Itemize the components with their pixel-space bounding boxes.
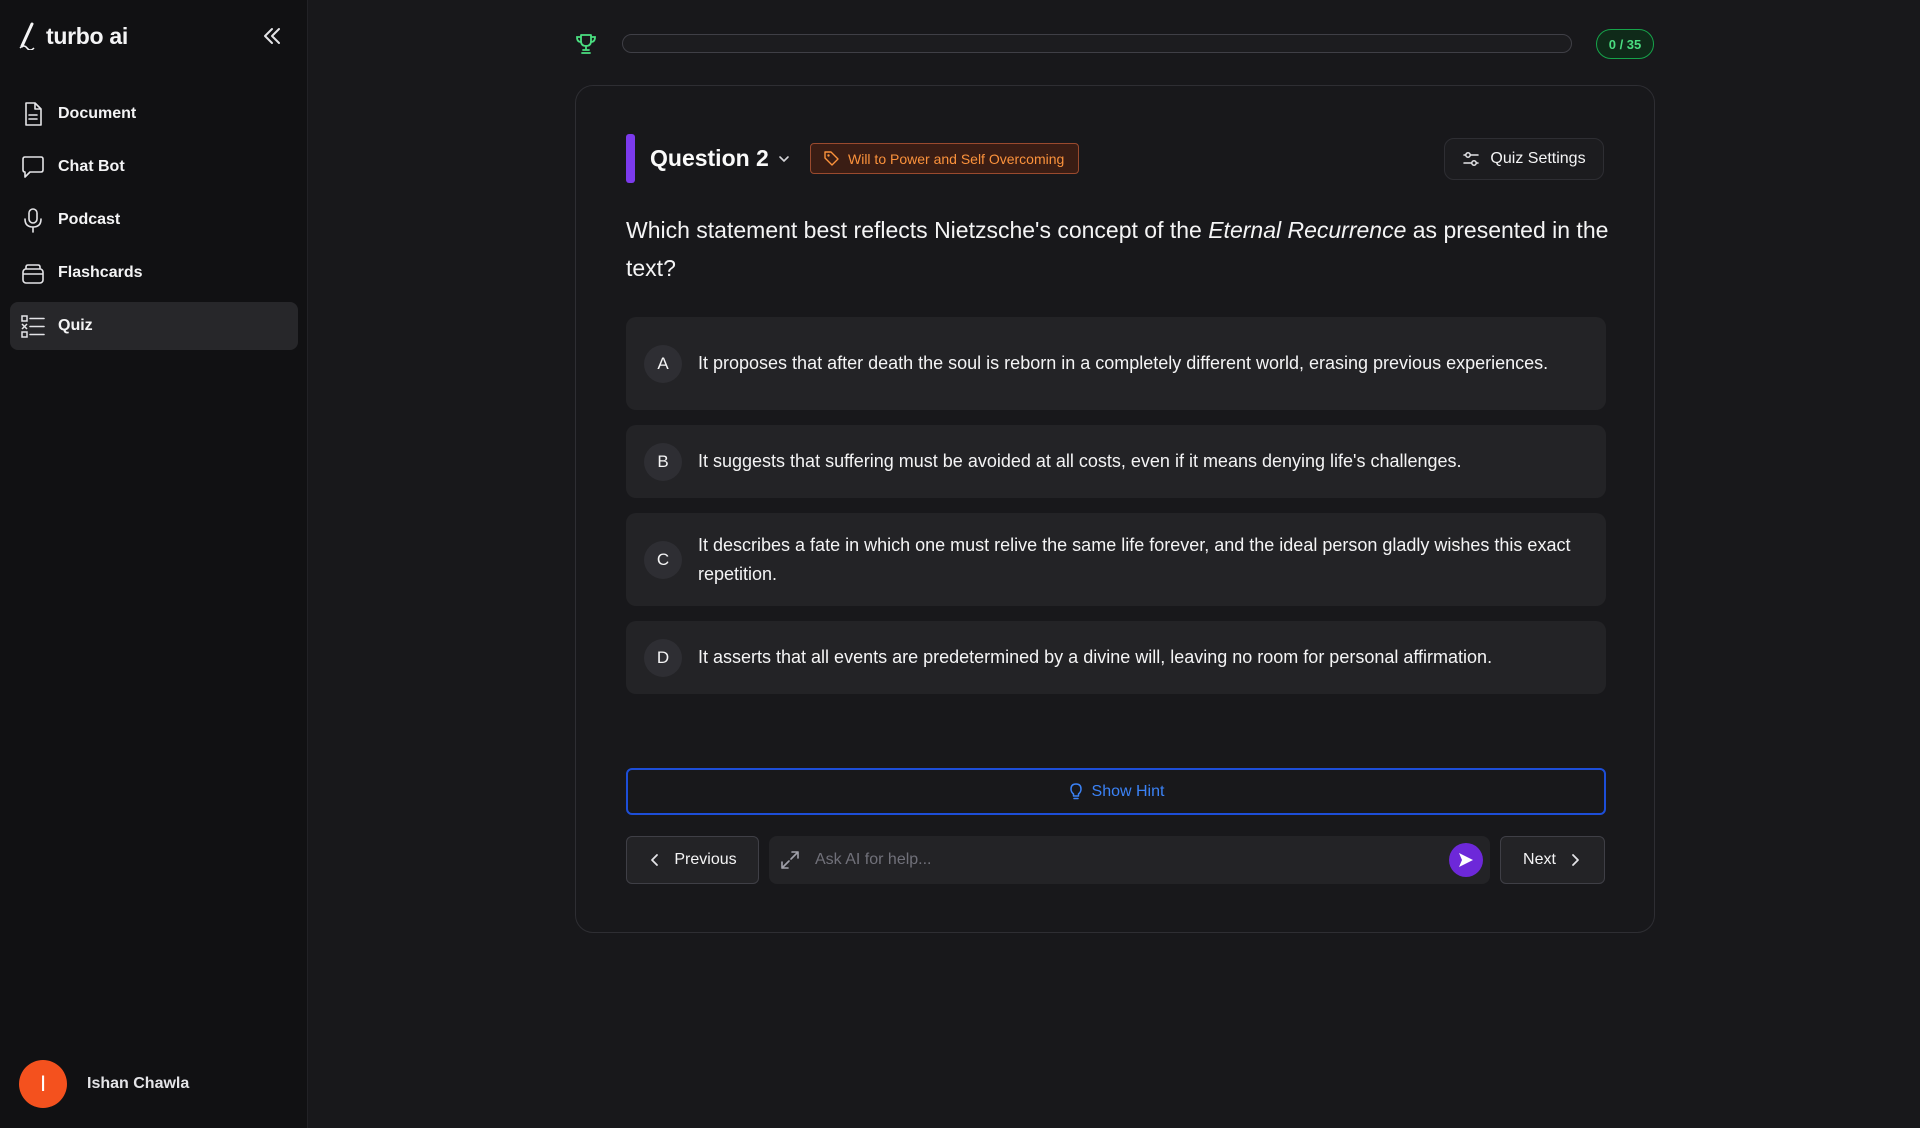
next-button[interactable]: Next — [1500, 836, 1605, 884]
sidebar-item-document[interactable]: Document — [10, 90, 298, 138]
progress-count-badge: 0 / 35 — [1596, 29, 1654, 59]
trophy-icon — [576, 34, 596, 54]
user-name: Ishan Chawla — [87, 1075, 190, 1092]
quiz-settings-button[interactable]: Quiz Settings — [1444, 138, 1604, 180]
sidebar-item-podcast[interactable]: Podcast — [10, 196, 298, 244]
ask-ai-bar — [769, 836, 1490, 884]
question-text-emphasis: Eternal Recurrence — [1208, 217, 1407, 243]
answer-option-b[interactable]: B It suggests that suffering must be avo… — [626, 425, 1606, 498]
question-title: Question 2 — [650, 145, 769, 171]
option-text: It asserts that all events are predeterm… — [698, 647, 1493, 667]
question-accent-bar — [626, 134, 635, 183]
answer-option-c[interactable]: C It describes a fate in which one must … — [626, 513, 1606, 606]
question-text: Which statement best reflects Nietzsche'… — [626, 211, 1616, 287]
quiz-progress-bar — [622, 34, 1572, 53]
lightbulb-icon — [1069, 782, 1082, 799]
send-button[interactable] — [1449, 843, 1483, 877]
option-letter: D — [644, 638, 682, 677]
option-text: It proposes that after death the soul is… — [698, 353, 1549, 373]
option-letter: C — [644, 540, 682, 579]
sliders-icon — [1463, 152, 1480, 166]
avatar: I — [19, 1060, 67, 1108]
tag-icon — [824, 151, 839, 166]
topic-tag-label: Will to Power and Self Overcoming — [848, 150, 1065, 167]
microphone-icon — [24, 208, 42, 233]
sidebar: turbo ai Document Chat Bot Podcast Flash… — [0, 0, 308, 1128]
chevron-left-icon — [651, 854, 659, 866]
topic-tag: Will to Power and Self Overcoming — [810, 143, 1080, 174]
chevron-down-icon — [779, 155, 789, 162]
double-chevron-left-icon — [264, 28, 280, 44]
sidebar-item-label: Chat Bot — [58, 158, 125, 175]
sidebar-nav: Document Chat Bot Podcast Flashcards Qui… — [10, 90, 298, 355]
sidebar-item-label: Flashcards — [58, 264, 143, 281]
option-letter: B — [644, 442, 682, 481]
option-text: It describes a fate in which one must re… — [698, 534, 1571, 584]
sidebar-item-label: Document — [58, 105, 137, 122]
quiz-list-icon — [21, 315, 45, 338]
previous-button[interactable]: Previous — [626, 836, 759, 884]
option-text: It suggests that suffering must be avoid… — [698, 451, 1462, 471]
question-card: Question 2 Will to Power and Self Overco… — [575, 85, 1655, 933]
question-text-before: Which statement best reflects Nietzsche'… — [626, 217, 1209, 243]
document-icon — [25, 102, 42, 126]
chat-bubble-icon — [22, 156, 44, 178]
ask-ai-input[interactable] — [815, 836, 1449, 884]
show-hint-button[interactable]: Show Hint — [626, 768, 1606, 815]
app-logo[interactable]: turbo ai — [18, 22, 128, 50]
option-letter: A — [644, 344, 682, 383]
app-name: turbo ai — [46, 22, 128, 49]
sidebar-item-label: Podcast — [58, 211, 121, 228]
quiz-settings-label: Quiz Settings — [1490, 150, 1586, 167]
sidebar-item-chat-bot[interactable]: Chat Bot — [10, 143, 298, 191]
sidebar-item-flashcards[interactable]: Flashcards — [10, 249, 298, 297]
question-selector[interactable]: Question 2 — [650, 145, 791, 172]
answer-options: A It proposes that after death the soul … — [626, 317, 1606, 709]
sidebar-item-quiz[interactable]: Quiz — [10, 302, 298, 350]
user-profile[interactable]: I Ishan Chawla — [19, 1060, 189, 1108]
previous-label: Previous — [674, 851, 737, 868]
sidebar-item-label: Quiz — [58, 317, 93, 334]
turbo-logo-icon — [19, 22, 35, 50]
next-label: Next — [1523, 851, 1556, 868]
collapse-sidebar-button[interactable] — [258, 22, 286, 50]
chevron-right-icon — [1572, 854, 1579, 866]
answer-option-d[interactable]: D It asserts that all events are predete… — [626, 621, 1606, 694]
show-hint-label: Show Hint — [1091, 782, 1165, 800]
expand-icon[interactable] — [779, 849, 801, 871]
answer-option-a[interactable]: A It proposes that after death the soul … — [626, 317, 1606, 410]
flashcards-icon — [22, 264, 44, 284]
send-arrow-icon — [1459, 853, 1473, 867]
